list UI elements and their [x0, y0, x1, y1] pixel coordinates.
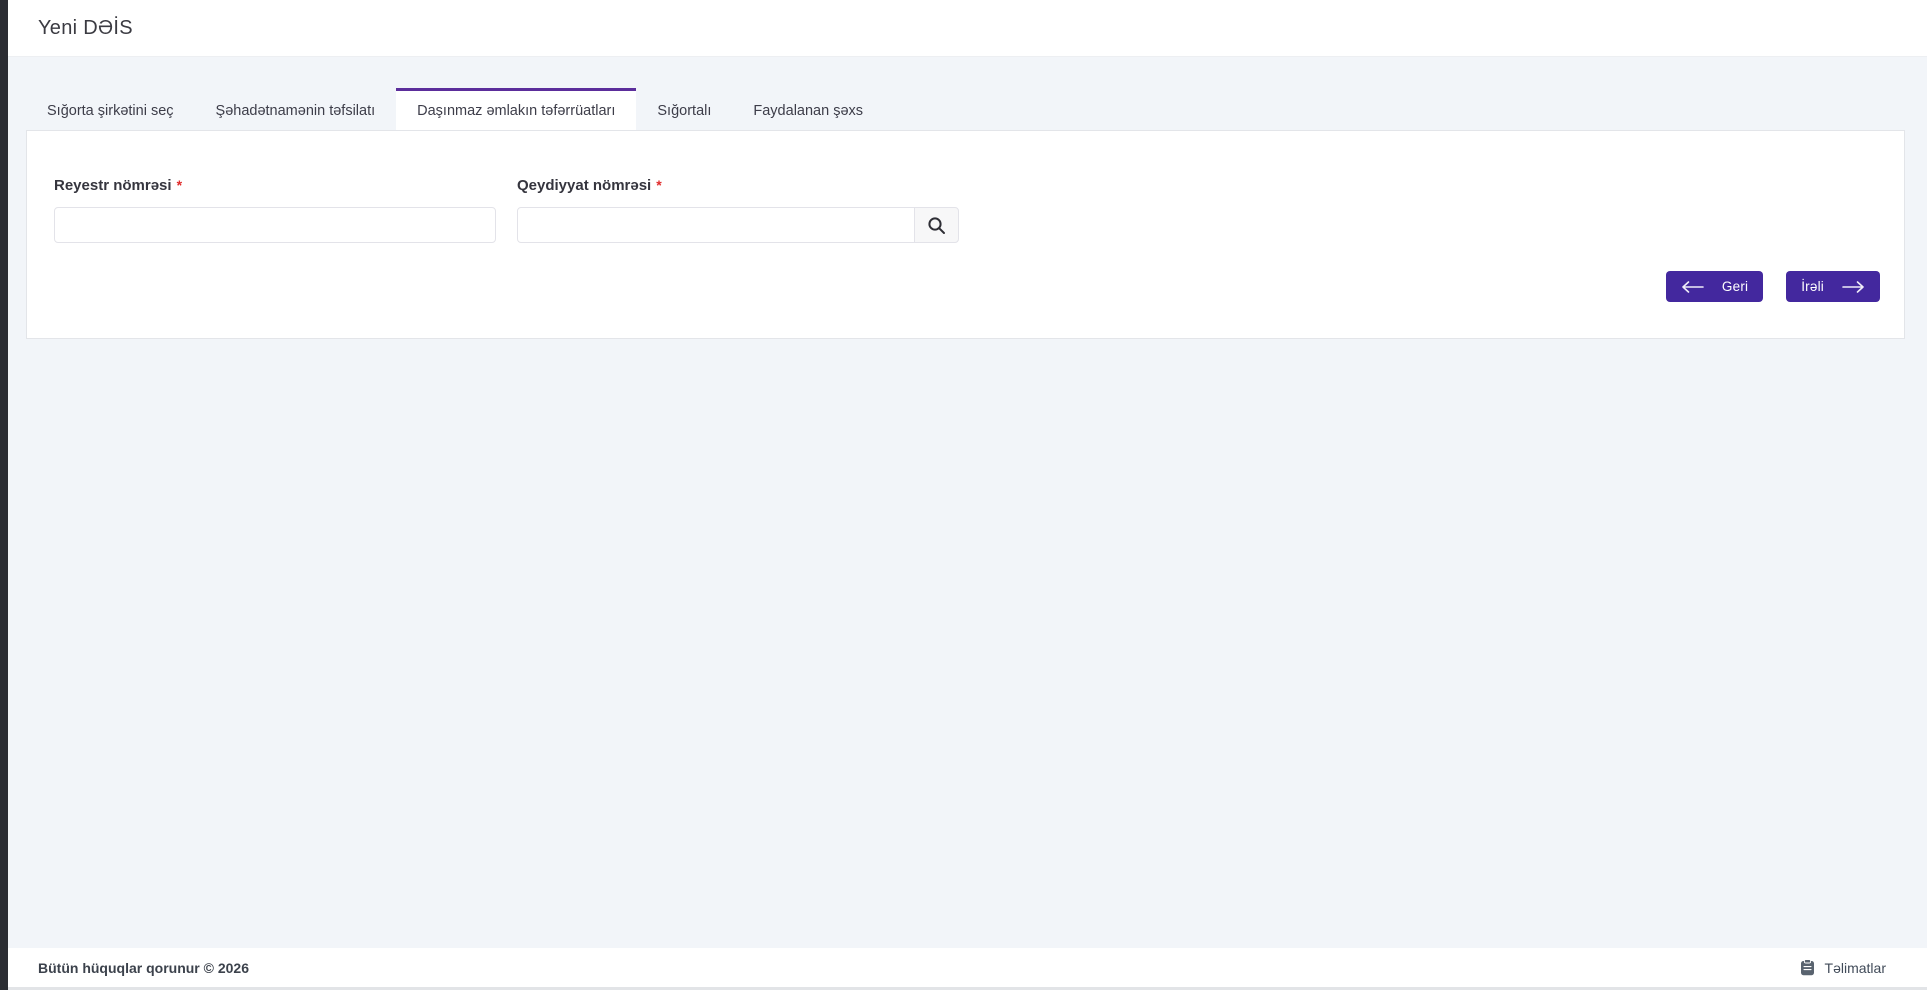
- tab-label: Sığorta şirkətini seç: [47, 103, 174, 119]
- next-button-label: İrəli: [1801, 279, 1824, 294]
- tab-beneficiary[interactable]: Faydalanan şəxs: [732, 88, 884, 130]
- back-button-label: Geri: [1722, 279, 1748, 294]
- field-label-text: Reyestr nömrəsi: [54, 177, 172, 194]
- registration-number-input[interactable]: [517, 207, 915, 243]
- page-title: Yeni DƏİS: [38, 17, 133, 40]
- app-footer: Bütün hüquqlar qorunur © 2026 Təlimatlar: [8, 948, 1927, 990]
- wizard-tab-bar: Sığorta şirkətini seç Şəhadətnamənin təf…: [26, 88, 884, 130]
- tab-insured-person[interactable]: Sığortalı: [636, 88, 732, 130]
- next-button[interactable]: İrəli: [1786, 271, 1880, 302]
- collapsed-sidebar-rail: [0, 0, 8, 990]
- tab-label: Daşınmaz əmlakın təfərrüatları: [417, 103, 615, 119]
- clipboard-icon: [1800, 959, 1815, 976]
- search-icon: [927, 216, 946, 235]
- field-label-text: Qeydiyyat nömrəsi: [517, 177, 651, 194]
- search-button[interactable]: [914, 207, 959, 243]
- tab-label: Şəhadətnamənin təfsilatı: [216, 103, 376, 119]
- tab-label: Sığortalı: [657, 103, 711, 119]
- tab-property-details[interactable]: Daşınmaz əmlakın təfərrüatları: [396, 88, 636, 130]
- form-row: Reyestr nömrəsi * Qeydiyyat nömrəsi *: [54, 177, 1880, 243]
- tab-label: Faydalanan şəxs: [753, 103, 863, 119]
- arrow-left-icon: [1681, 281, 1704, 293]
- tab-certificate-details[interactable]: Şəhadətnamənin təfsilatı: [195, 88, 397, 130]
- registration-number-field-group: Qeydiyyat nömrəsi *: [517, 177, 959, 243]
- required-marker: *: [177, 177, 182, 193]
- registration-number-label: Qeydiyyat nömrəsi *: [517, 177, 959, 194]
- registry-number-input[interactable]: [54, 207, 496, 243]
- tab-insurance-company-select[interactable]: Sığorta şirkətini seç: [26, 88, 195, 130]
- app-header: Yeni DƏİS: [8, 0, 1927, 57]
- property-details-panel: Reyestr nömrəsi * Qeydiyyat nömrəsi *: [26, 130, 1905, 339]
- required-marker: *: [656, 177, 661, 193]
- registry-number-label: Reyestr nömrəsi *: [54, 177, 496, 194]
- back-button[interactable]: Geri: [1666, 271, 1763, 302]
- registration-number-input-group: [517, 207, 959, 243]
- instructions-label: Təlimatlar: [1825, 960, 1886, 976]
- copyright-text: Bütün hüquqlar qorunur © 2026: [38, 960, 249, 976]
- registry-number-field-group: Reyestr nömrəsi *: [54, 177, 496, 243]
- wizard-navigation: Geri İrəli: [54, 271, 1880, 302]
- instructions-link[interactable]: Təlimatlar: [1800, 959, 1886, 976]
- arrow-right-icon: [1842, 281, 1865, 293]
